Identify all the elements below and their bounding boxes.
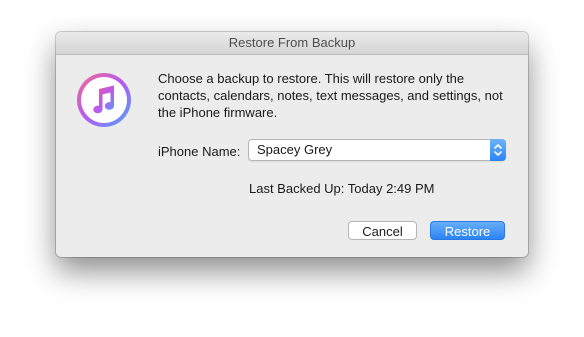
iphone-name-label: iPhone Name: xyxy=(158,144,241,159)
restore-dialog: Restore From Backup Choose a backup to r… xyxy=(56,32,528,257)
restore-button[interactable]: Restore xyxy=(430,221,505,240)
iphone-name-select[interactable]: Spacey Grey xyxy=(248,139,506,161)
restore-message: Choose a backup to restore. This will re… xyxy=(158,71,503,120)
window-title: Restore From Backup xyxy=(56,32,528,55)
last-backed-up-text: Last Backed Up: Today 2:49 PM xyxy=(249,181,435,196)
chevron-up-down-icon[interactable] xyxy=(490,139,506,161)
itunes-icon xyxy=(76,72,132,128)
iphone-name-value: Spacey Grey xyxy=(257,142,333,157)
cancel-button[interactable]: Cancel xyxy=(348,221,417,240)
